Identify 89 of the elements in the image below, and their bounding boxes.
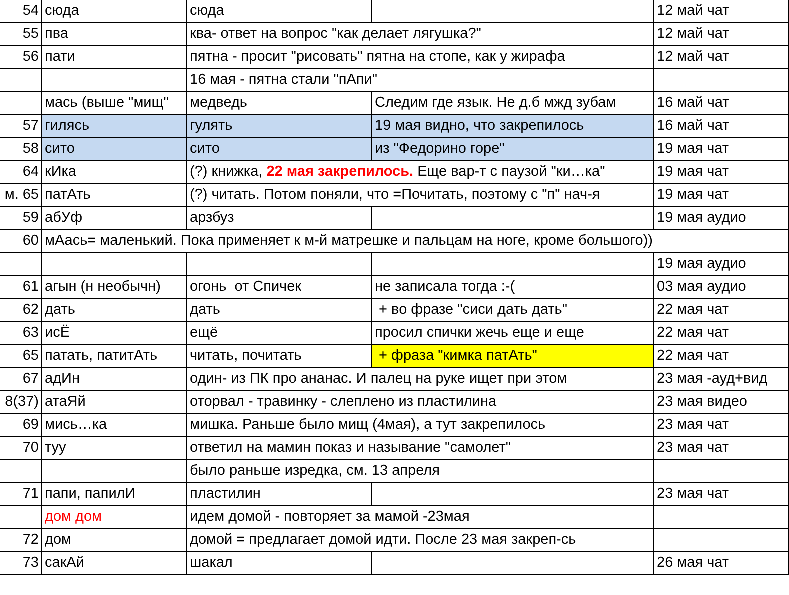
row-number: 54 [0, 0, 42, 22]
table-cell: медведь [187, 92, 372, 114]
table-cell: дом дом [42, 506, 187, 528]
table-cell: домой = предлагает домой идти. После 23 мая закреп-сь [187, 529, 654, 551]
table-cell: шакал [187, 552, 372, 574]
table-cell: кИка [42, 161, 187, 183]
table-cell: гулять [187, 115, 372, 137]
table-cell: адИн [42, 368, 187, 390]
table-cell: мась (выше "мищ" [42, 92, 187, 114]
table-cell: 23 мая чат [654, 437, 789, 459]
table-cell: просил спички жечь еще и еще [372, 322, 654, 344]
table-cell: один- из ПК про ананас. И палец на руке ищет при этом [187, 368, 654, 390]
table-cell: агын (н необычн) [42, 276, 187, 298]
table-cell: дать [42, 299, 187, 321]
table-cell: (?) читать. Потом поняли, что =Почитать, поэтому с "п" нач-я [187, 184, 654, 206]
table-cell: ещё [187, 322, 372, 344]
table-cell: (?) книжка, 22 мая закрепилось. Еще вар-т с паузой "ки…ка" [187, 161, 654, 183]
table-cell: туу [42, 437, 187, 459]
row-number: 8(37) [0, 391, 42, 413]
table-cell: пати [42, 46, 187, 68]
table-cell: 12 май чат [654, 46, 789, 68]
table-cell: 12 май чат [654, 0, 789, 22]
row-number: 60 [0, 230, 42, 252]
table-cell: мись…ка [42, 414, 187, 436]
row-number: 72 [0, 529, 42, 551]
table-cell: пва [42, 23, 187, 45]
table-cell: сито [187, 138, 372, 160]
row-number: 55 [0, 23, 42, 45]
table-cell: оторвал - травинку - слеплено из пластилина [187, 391, 654, 413]
table-cell: не записала тогда :-( [372, 276, 654, 298]
table-cell: 19 мая чат [654, 138, 789, 160]
table-cell: 22 мая чат [654, 322, 789, 344]
table-cell: 16 май чат [654, 92, 789, 114]
table-cell: 12 май чат [654, 23, 789, 45]
table-cell: гилясь [42, 115, 187, 137]
row-number: 64 [0, 161, 42, 183]
table-cell: мАась= маленький. Пока применяет к м-й матрешке и пальцам на ноге, кроме большого)) [42, 230, 789, 252]
table-cell: 23 мая -ауд+вид [654, 368, 789, 390]
table-cell: 19 мая аудио [654, 207, 789, 229]
table-cell: патАть [42, 184, 187, 206]
table-cell: сакАй [42, 552, 187, 574]
table-cell: 26 мая чат [654, 552, 789, 574]
table-cell: 03 мая аудио [654, 276, 789, 298]
table-cell: 19 мая чат [654, 161, 789, 183]
table-cell: из "Федорино горе" [372, 138, 654, 160]
table-cell: 16 май чат [654, 115, 789, 137]
table-cell: 16 мая - пятна стали "пАпи" [187, 69, 654, 91]
table-cell: сюда [187, 0, 372, 22]
table-cell: абУф [42, 207, 187, 229]
table-cell: мишка. Раньше было мищ (4мая), а тут закрепилось [187, 414, 654, 436]
table-cell: пятна - просит "рисовать" пятна на стопе, как у жирафа [187, 46, 654, 68]
table-cell: сито [42, 138, 187, 160]
table-cell: 22 мая чат [654, 345, 789, 367]
table-cell: 23 мая видео [654, 391, 789, 413]
table-cell: ответил на мамин показ и называние "самолет" [187, 437, 654, 459]
table-cell: 23 мая чат [654, 483, 789, 505]
table-cell: атаЯй [42, 391, 187, 413]
row-number: 69 [0, 414, 42, 436]
table-cell: 22 мая чат [654, 299, 789, 321]
row-number: м. 65 [0, 184, 42, 206]
table-cell: исЁ [42, 322, 187, 344]
table-cell: + фраза "кимка патАть" [372, 345, 654, 367]
row-number: 67 [0, 368, 42, 390]
table-cell: дом [42, 529, 187, 551]
table-cell: пластилин [187, 483, 372, 505]
table-cell: огонь от Спичек [187, 276, 372, 298]
table-cell: ква- ответ на вопрос "как делает лягушка?" [187, 23, 654, 45]
table-cell: 23 мая чат [654, 414, 789, 436]
table-cell: + во фразе "сиси дать дать" [372, 299, 654, 321]
table-cell: папи, папилИ [42, 483, 187, 505]
row-number: 63 [0, 322, 42, 344]
row-number: 73 [0, 552, 42, 574]
table-cell: патать, патитАть [42, 345, 187, 367]
row-number: 59 [0, 207, 42, 229]
row-number: 65 [0, 345, 42, 367]
table-cell: дать [187, 299, 372, 321]
table-cell: 19 мая видно, что закрепилось [372, 115, 654, 137]
row-number: 61 [0, 276, 42, 298]
table-cell: арзбуз [187, 207, 372, 229]
table-cell: Следим где язык. Не д.б мжд зубам [372, 92, 654, 114]
row-number: 70 [0, 437, 42, 459]
table-cell: было раньше изредка, см. 13 апреля [187, 460, 654, 482]
table-cell: идем домой - повторяет за мамой -23мая [187, 506, 654, 528]
row-number: 71 [0, 483, 42, 505]
table-cell: 19 мая аудио [654, 253, 789, 275]
table-cell: сюда [42, 0, 187, 22]
table-cell: 19 мая чат [654, 184, 789, 206]
row-number: 56 [0, 46, 42, 68]
row-number: 62 [0, 299, 42, 321]
